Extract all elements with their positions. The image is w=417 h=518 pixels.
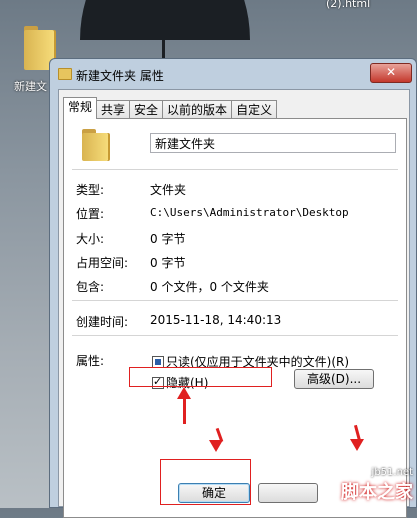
- created-value: 2015-11-18, 14:40:13: [150, 313, 282, 327]
- close-button[interactable]: ✕: [370, 63, 412, 83]
- location-label: 位置:: [76, 207, 105, 221]
- highlight-box-ok: [160, 459, 251, 505]
- tab-security[interactable]: 安全: [129, 100, 164, 119]
- watermark: jb51.net 脚本之家: [341, 467, 413, 504]
- created-label: 创建时间:: [76, 315, 129, 329]
- tab-sharing[interactable]: 共享: [96, 100, 131, 119]
- location-value: C:\Users\Administrator\Desktop: [150, 206, 349, 219]
- type-label: 类型:: [76, 183, 105, 197]
- attributes-label: 属性:: [76, 354, 105, 368]
- folder-name-input[interactable]: [150, 133, 396, 153]
- watermark-site: jb51.net: [371, 467, 413, 478]
- arrow-down-icon: [209, 440, 223, 452]
- contains-value: 0 个文件，0 个文件夹: [150, 280, 269, 294]
- divider: [72, 335, 398, 336]
- watermark-name: 脚本之家: [341, 482, 413, 503]
- advanced-button[interactable]: 高级(D)...: [294, 369, 374, 389]
- cancel-button[interactable]: [258, 483, 318, 503]
- desktop-folder-label[interactable]: 新建文: [14, 78, 47, 94]
- tab-previous-versions[interactable]: 以前的版本: [162, 100, 233, 119]
- type-value: 文件夹: [150, 183, 187, 197]
- folder-icon-large: [82, 129, 112, 163]
- arrow-down-icon: [350, 439, 364, 451]
- divider: [72, 300, 398, 301]
- divider: [72, 169, 398, 170]
- wallpaper-umbrella: [80, 0, 250, 40]
- size-on-disk-label: 占用空间:: [76, 256, 129, 270]
- tab-general[interactable]: 常规: [63, 97, 98, 119]
- arrow-shaft: [183, 398, 186, 424]
- dialog-title: 新建文件夹 属性: [76, 69, 164, 83]
- folder-icon: [58, 68, 72, 80]
- tab-customize[interactable]: 自定义: [231, 100, 278, 119]
- size-on-disk-value: 0 字节: [150, 256, 186, 270]
- title-bar[interactable]: 新建文件夹 属性 ✕: [50, 59, 416, 87]
- size-value: 0 字节: [150, 232, 186, 246]
- general-tab-panel: 类型: 文件夹 位置: C:\Users\Administrator\Deskt…: [63, 118, 407, 518]
- folder-body: [82, 133, 108, 161]
- contains-label: 包含:: [76, 280, 105, 294]
- tab-strip: 常规 共享 安全 以前的版本 自定义: [63, 97, 278, 119]
- desktop-html-file-label[interactable]: (2).html: [326, 0, 370, 10]
- size-label: 大小:: [76, 232, 105, 246]
- highlight-box-hidden: [129, 367, 272, 387]
